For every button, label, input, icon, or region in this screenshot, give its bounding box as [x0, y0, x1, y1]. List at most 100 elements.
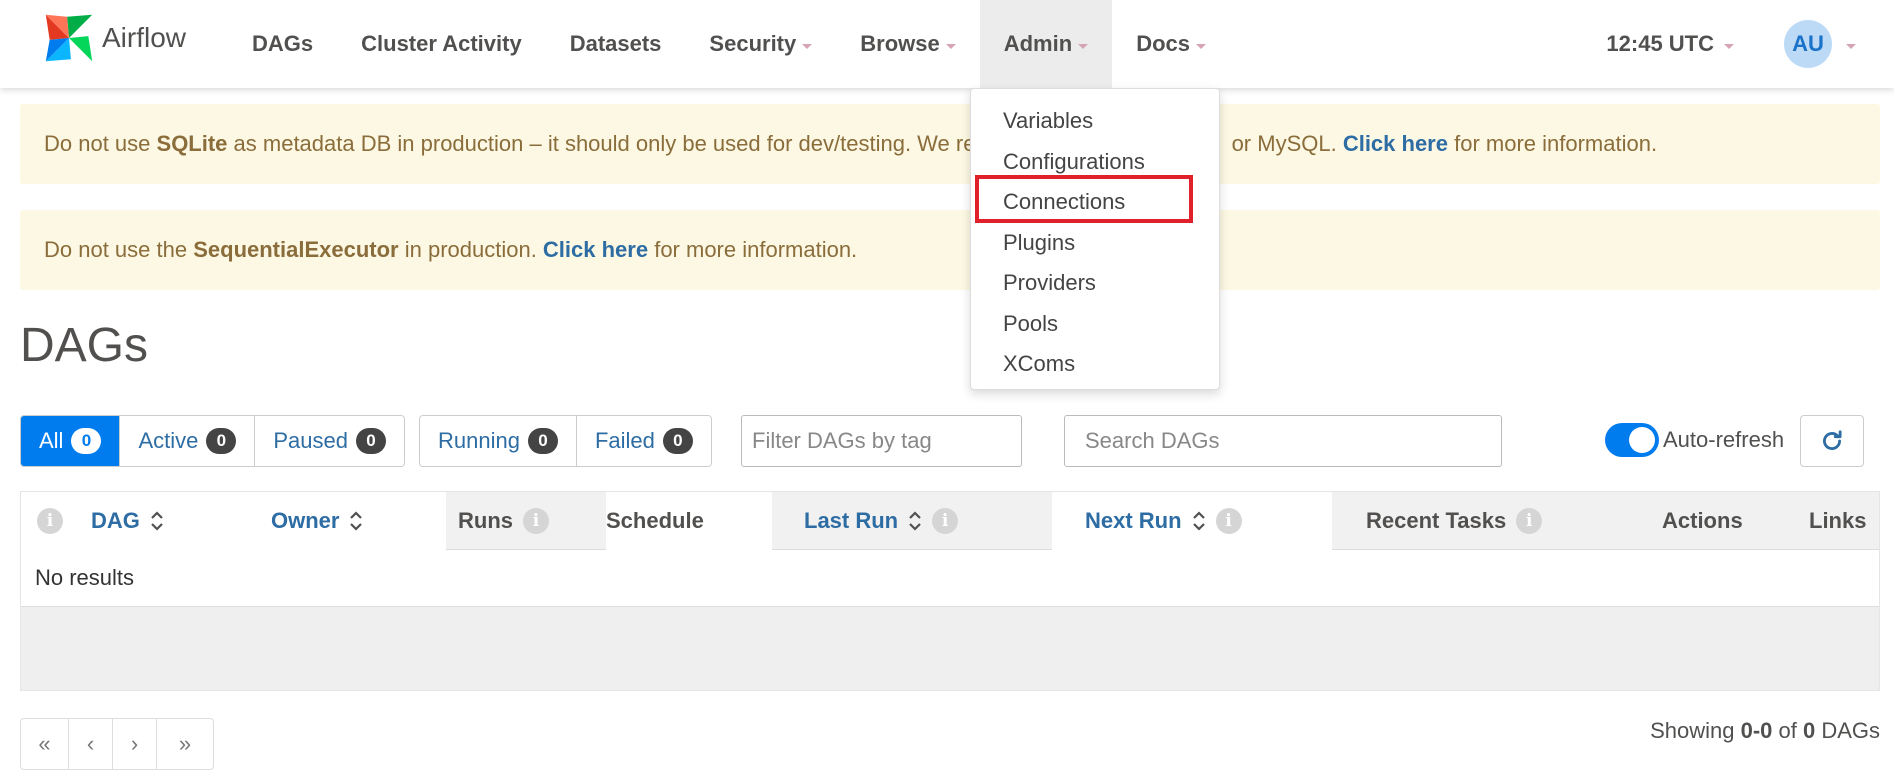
executor-warning-alert: Do not use the SequentialExecutor in pro…	[20, 210, 1880, 290]
sqlite-click-here-link[interactable]: Click here	[1343, 131, 1448, 157]
filter-active-button[interactable]: Active 0	[120, 416, 256, 466]
last-page-button[interactable]: »	[157, 719, 213, 769]
caret-down-icon	[1078, 43, 1089, 49]
menu-item-providers[interactable]: Providers	[971, 263, 1219, 304]
nav-admin-label: Admin	[1003, 31, 1073, 56]
sort-icon	[1192, 509, 1206, 533]
col-info: i	[21, 492, 79, 550]
alert-text: in production.	[398, 237, 543, 262]
alert-bold: SequentialExecutor	[193, 237, 399, 262]
dags-table: i DAG Owner Runs i Schedule Last Run i N…	[20, 491, 1880, 691]
timezone-clock[interactable]: 12:45 UTC	[1606, 31, 1734, 57]
clock-label: 12:45 UTC	[1606, 31, 1714, 56]
info-icon[interactable]: i	[1516, 508, 1543, 534]
caret-down-icon	[1846, 43, 1856, 49]
col-links-label: Links	[1809, 508, 1867, 533]
first-page-button[interactable]: «	[21, 719, 69, 769]
alert-text: Do not use	[44, 131, 157, 156]
col-owner-label: Owner	[271, 508, 340, 533]
refresh-button[interactable]	[1800, 415, 1864, 467]
auto-refresh-control: Auto-refresh	[1605, 423, 1784, 457]
nav-dags[interactable]: DAGs	[228, 0, 337, 88]
menu-item-xcoms[interactable]: XComs	[971, 344, 1219, 385]
info-icon[interactable]: i	[523, 508, 549, 534]
caret-down-icon	[802, 43, 813, 49]
navbar: Airflow DAGs Cluster Activity Datasets S…	[0, 0, 1894, 88]
user-menu[interactable]: AU	[1784, 20, 1856, 68]
menu-item-pools[interactable]: Pools	[971, 304, 1219, 345]
brand[interactable]: Airflow	[40, 8, 186, 68]
summary-text: Showing	[1650, 718, 1741, 743]
tag-filter-input[interactable]	[741, 415, 1022, 467]
alert-bold: SQLite	[156, 131, 228, 156]
alert-text: for more information.	[648, 237, 858, 262]
page-title: DAGs	[20, 319, 149, 372]
col-recent-tasks-label: Recent Tasks	[1366, 508, 1507, 533]
filter-label: Paused	[273, 428, 348, 453]
next-page-button[interactable]: ›	[113, 719, 157, 769]
nav-security-label: Security	[709, 31, 797, 56]
info-icon[interactable]: i	[932, 508, 959, 534]
caret-down-icon	[945, 43, 956, 49]
avatar: AU	[1784, 20, 1832, 68]
col-runs-label: Runs	[458, 508, 513, 533]
count-badge: 0	[662, 428, 693, 454]
nav-browse[interactable]: Browse	[836, 0, 979, 88]
info-icon[interactable]: i	[37, 508, 63, 534]
col-next-run[interactable]: Next Run i	[1052, 492, 1332, 550]
nav-docs[interactable]: Docs	[1112, 0, 1230, 88]
filter-all-button[interactable]: All 0	[21, 416, 121, 466]
col-owner[interactable]: Owner	[254, 492, 446, 550]
col-last-run[interactable]: Last Run i	[772, 492, 1052, 550]
nav-browse-label: Browse	[860, 31, 940, 56]
nav-datasets[interactable]: Datasets	[546, 0, 686, 88]
nav-security[interactable]: Security	[685, 0, 836, 88]
filter-running-button[interactable]: Running 0	[420, 416, 577, 466]
nav-cluster-activity-label: Cluster Activity	[361, 31, 522, 56]
filter-label: Running	[438, 428, 520, 453]
sort-icon	[349, 509, 363, 533]
info-icon[interactable]: i	[1215, 508, 1242, 534]
brand-name: Airflow	[102, 22, 187, 53]
caret-down-icon	[1724, 43, 1734, 49]
nav-dags-label: DAGs	[252, 31, 314, 56]
alert-text: or MySQL.	[1225, 131, 1343, 156]
col-actions-label: Actions	[1662, 508, 1743, 533]
auto-refresh-toggle[interactable]	[1605, 423, 1659, 457]
col-dag[interactable]: DAG	[79, 492, 254, 550]
table-header: i DAG Owner Runs i Schedule Last Run i N…	[21, 492, 1879, 550]
col-recent-tasks: Recent Tasks i	[1332, 492, 1632, 550]
summary-total: 0	[1802, 718, 1816, 743]
search-dags-input[interactable]	[1064, 415, 1502, 467]
count-badge: 0	[206, 428, 237, 454]
nav-admin[interactable]: Admin	[979, 0, 1113, 88]
alert-text: Do not use the	[44, 237, 194, 262]
summary-text: of	[1772, 718, 1803, 743]
executor-click-here-link[interactable]: Click here	[543, 237, 648, 263]
run-state-filter-group: Running 0 Failed 0	[419, 415, 712, 467]
nav-cluster-activity[interactable]: Cluster Activity	[337, 0, 546, 88]
menu-item-variables[interactable]: Variables	[971, 101, 1219, 142]
filter-label: Failed	[594, 428, 655, 453]
alert-text: as metadata DB in production – it should…	[227, 131, 976, 156]
nav-right: 12:45 UTC AU	[1606, 0, 1894, 88]
filter-paused-button[interactable]: Paused 0	[255, 416, 404, 466]
sqlite-warning-alert: Do not use SQLite as metadata DB in prod…	[20, 104, 1880, 184]
nav-datasets-label: Datasets	[569, 31, 662, 56]
count-badge: 0	[527, 428, 558, 454]
count-badge: 0	[356, 428, 386, 454]
col-runs: Runs i	[446, 492, 606, 550]
filter-label: All	[39, 428, 64, 453]
highlight-box	[975, 175, 1193, 223]
alert-text: for more information.	[1447, 131, 1658, 156]
sort-icon	[150, 509, 164, 533]
filter-failed-button[interactable]: Failed 0	[576, 416, 711, 466]
col-last-run-label: Last Run	[804, 508, 899, 533]
nav-docs-label: Docs	[1136, 31, 1190, 56]
admin-dropdown-menu: Variables Configurations Connections Plu…	[970, 88, 1220, 390]
caret-down-icon	[1195, 43, 1206, 49]
col-schedule-label: Schedule	[606, 508, 704, 533]
pagination-summary: Showing 0-0 of 0 DAGs	[1650, 718, 1880, 748]
prev-page-button[interactable]: ‹	[69, 719, 113, 769]
menu-item-plugins[interactable]: Plugins	[971, 223, 1219, 264]
